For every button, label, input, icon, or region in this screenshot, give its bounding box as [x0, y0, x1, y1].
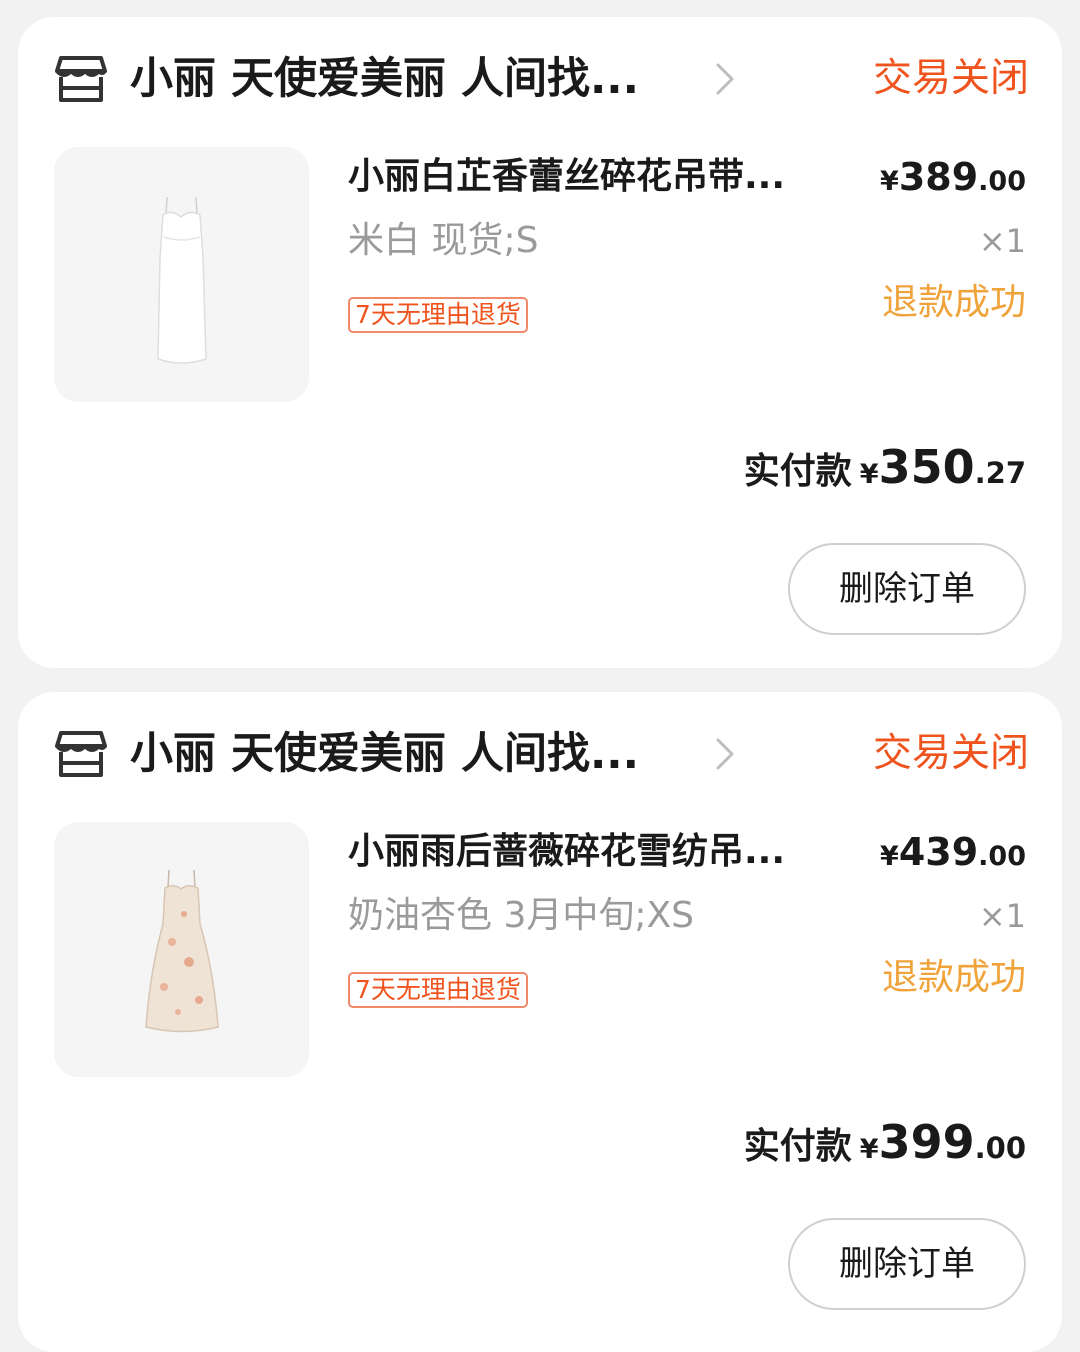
chevron-right-icon — [716, 738, 734, 770]
white-lace-dress-image — [157, 196, 207, 364]
unit-price: ¥389.00 — [880, 151, 1026, 211]
return-policy-badge: 7天无理由退货 — [348, 972, 528, 1008]
product-title[interactable]: 小丽白芷香蕾丝碎花吊带... — [348, 151, 785, 203]
return-policy-badge: 7天无理由退货 — [348, 297, 528, 333]
refund-status: 退款成功 — [881, 957, 1026, 998]
store-icon — [55, 56, 107, 102]
product-spec: 奶油杏色 3月中旬;XS — [348, 895, 694, 936]
product-image[interactable] — [54, 822, 309, 1077]
delete-order-button[interactable]: 删除订单 — [788, 1218, 1026, 1310]
product-spec: 米白 现货;S — [348, 220, 539, 261]
currency-symbol: ¥ — [859, 459, 879, 490]
paid-label: 实付款 — [743, 451, 852, 492]
shop-name: 小丽 天使爱美丽 人间找... — [130, 54, 639, 104]
product-image[interactable] — [54, 147, 309, 402]
currency-symbol: ¥ — [880, 841, 899, 872]
unit-price: ¥439.00 — [880, 826, 1026, 886]
currency-symbol: ¥ — [859, 1134, 879, 1165]
paid-decimal: .27 — [974, 456, 1026, 490]
order-status: 交易关闭 — [872, 56, 1029, 101]
delete-order-button[interactable]: 删除订单 — [788, 543, 1026, 635]
currency-symbol: ¥ — [880, 166, 899, 197]
refund-status: 退款成功 — [881, 282, 1026, 323]
floral-chiffon-dress-image — [145, 869, 219, 1033]
shop-header[interactable]: 小丽 天使爱美丽 人间找... 交易关闭 — [54, 726, 1029, 782]
shop-header[interactable]: 小丽 天使爱美丽 人间找... 交易关闭 — [54, 51, 1029, 107]
price-decimal: .00 — [978, 841, 1026, 872]
price-decimal: .00 — [978, 166, 1026, 197]
paid-integer: 350 — [878, 440, 975, 494]
price-integer: 439 — [898, 830, 979, 874]
quantity: ×1 — [978, 222, 1026, 260]
product-title[interactable]: 小丽雨后蔷薇碎花雪纺吊... — [348, 826, 785, 878]
paid-amount: 实付款 ¥350.27 — [744, 437, 1026, 497]
order-status: 交易关闭 — [872, 731, 1029, 776]
order-card[interactable]: 小丽 天使爱美丽 人间找... 交易关闭 小丽白芷香蕾丝碎花吊带... 米白 现… — [18, 17, 1062, 668]
paid-label: 实付款 — [743, 1126, 852, 1167]
shop-name: 小丽 天使爱美丽 人间找... — [130, 729, 639, 779]
order-card[interactable]: 小丽 天使爱美丽 人间找... 交易关闭 小丽雨后蔷薇碎花雪纺吊... 奶油杏色… — [18, 692, 1062, 1352]
price-integer: 389 — [898, 155, 979, 199]
quantity: ×1 — [978, 897, 1026, 935]
store-icon — [55, 731, 107, 777]
paid-amount: 实付款 ¥399.00 — [744, 1112, 1026, 1172]
paid-decimal: .00 — [974, 1131, 1026, 1165]
paid-integer: 399 — [878, 1115, 975, 1169]
chevron-right-icon — [716, 63, 734, 95]
